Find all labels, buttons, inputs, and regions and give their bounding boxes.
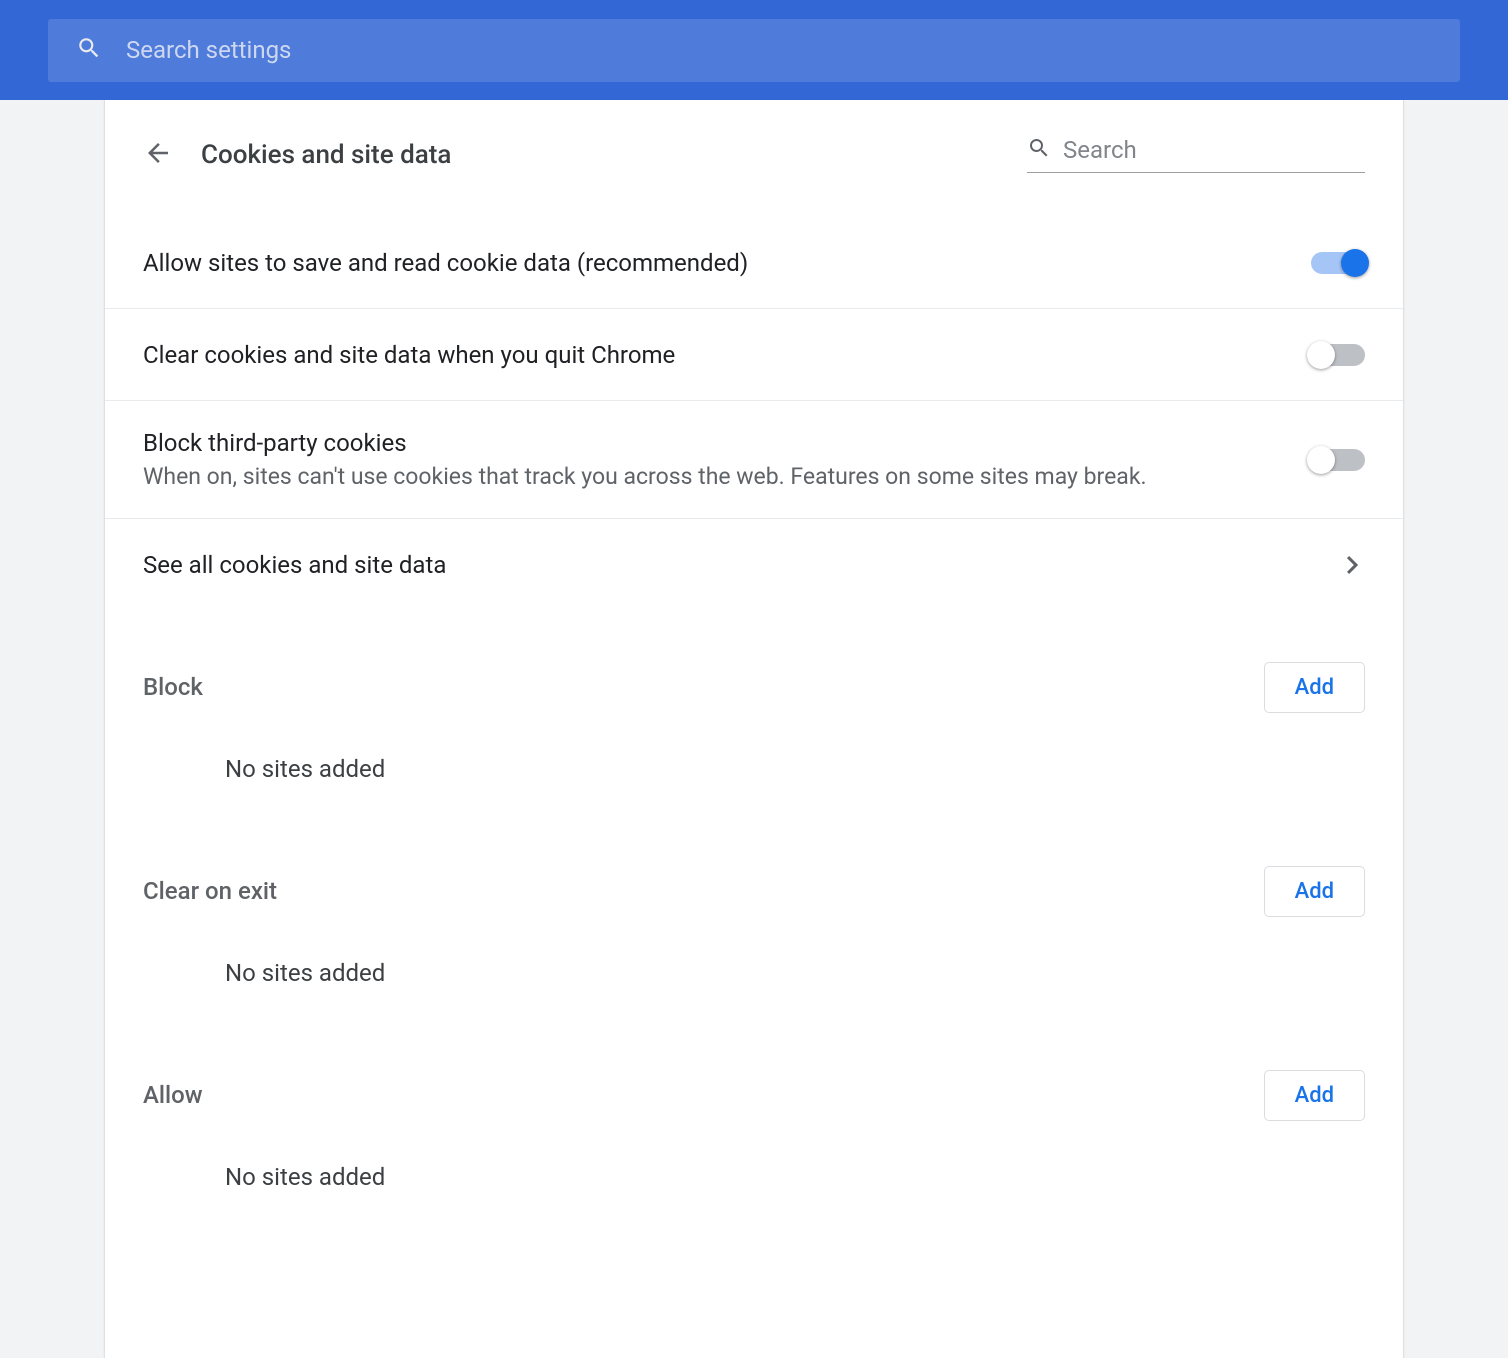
- row-block-third-party: Block third-party cookies When on, sites…: [105, 401, 1403, 519]
- search-icon: [1027, 136, 1051, 164]
- back-button[interactable]: [143, 140, 173, 170]
- topbar: [0, 0, 1508, 100]
- row-see-all-cookies[interactable]: See all cookies and site data: [105, 519, 1403, 611]
- add-allow-button[interactable]: Add: [1264, 1070, 1365, 1121]
- add-block-button[interactable]: Add: [1264, 662, 1365, 713]
- row-clear-on-quit-title: Clear cookies and site data when you qui…: [143, 341, 675, 369]
- toggle-knob: [1307, 446, 1335, 474]
- global-search[interactable]: [48, 19, 1460, 82]
- section-allow-header: Allow Add: [105, 1059, 1403, 1131]
- page-title: Cookies and site data: [201, 140, 999, 170]
- toggle-knob: [1341, 249, 1369, 277]
- global-search-input[interactable]: [126, 36, 1432, 64]
- search-icon: [76, 35, 102, 65]
- toggle-block-third-party[interactable]: [1311, 449, 1365, 471]
- row-allow-cookies-title: Allow sites to save and read cookie data…: [143, 249, 748, 277]
- section-clear-on-exit-title: Clear on exit: [143, 877, 277, 905]
- toggle-allow-cookies[interactable]: [1311, 252, 1365, 274]
- section-allow-title: Allow: [143, 1081, 203, 1109]
- clear-on-exit-empty-message: No sites added: [105, 927, 1403, 1019]
- row-allow-cookies: Allow sites to save and read cookie data…: [105, 217, 1403, 309]
- row-block-third-party-title: Block third-party cookies: [143, 429, 1147, 457]
- toggle-clear-on-quit[interactable]: [1311, 344, 1365, 366]
- toggle-knob: [1307, 341, 1335, 369]
- arrow-left-icon: [143, 138, 173, 172]
- add-clear-on-exit-button[interactable]: Add: [1264, 866, 1365, 917]
- page-search-input[interactable]: [1063, 136, 1365, 164]
- section-block-header: Block Add: [105, 651, 1403, 723]
- row-see-all-cookies-title: See all cookies and site data: [143, 551, 446, 579]
- row-clear-on-quit: Clear cookies and site data when you qui…: [105, 309, 1403, 401]
- section-clear-on-exit-header: Clear on exit Add: [105, 855, 1403, 927]
- settings-card: Cookies and site data Allow sites to sav…: [104, 100, 1404, 1358]
- page-search[interactable]: [1027, 136, 1365, 173]
- chevron-right-icon: [1341, 556, 1365, 574]
- page-header: Cookies and site data: [105, 100, 1403, 217]
- allow-empty-message: No sites added: [105, 1131, 1403, 1223]
- section-block-title: Block: [143, 673, 203, 701]
- row-block-third-party-subtitle: When on, sites can't use cookies that tr…: [143, 463, 1147, 490]
- block-empty-message: No sites added: [105, 723, 1403, 815]
